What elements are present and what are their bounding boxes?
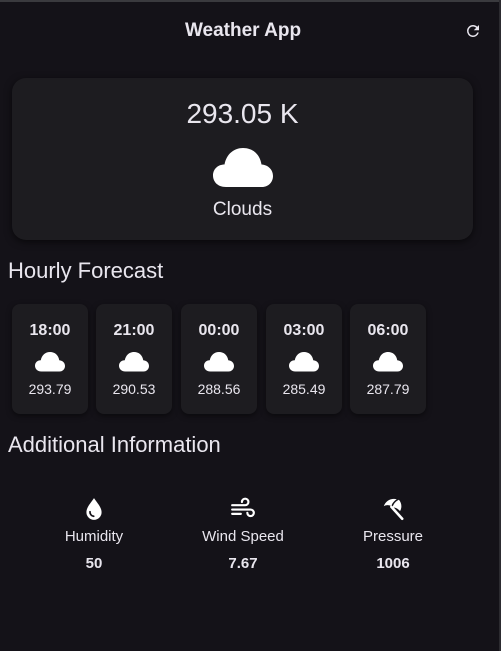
cloud-icon <box>119 352 149 372</box>
hourly-card: 18:00 293.79 <box>12 304 88 414</box>
hourly-card: 21:00 290.53 <box>96 304 172 414</box>
current-condition: Clouds <box>212 199 273 220</box>
hourly-card: 06:00 287.79 <box>350 304 426 414</box>
hourly-temperature: 288.56 <box>197 381 241 397</box>
cloud-icon <box>35 352 65 372</box>
cloud-icon <box>204 352 234 372</box>
hourly-card: 03:00 285.49 <box>266 304 342 414</box>
info-label: Humidity <box>64 528 124 545</box>
cloud-icon <box>213 148 273 187</box>
info-value: 1006 <box>376 555 410 572</box>
additional-info-title: Additional Information <box>8 432 221 457</box>
hourly-temperature: 287.79 <box>366 381 410 397</box>
hourly-card: 00:00 288.56 <box>181 304 257 414</box>
hourly-temperature: 285.49 <box>282 381 326 397</box>
hourly-time: 03:00 <box>283 322 325 339</box>
info-label: Wind Speed <box>202 528 284 545</box>
water-drop-icon <box>86 498 102 520</box>
humidity-info: Humidity 50 <box>29 496 159 572</box>
app-bar: Weather App <box>0 0 501 62</box>
hourly-time: 18:00 <box>29 322 71 339</box>
hourly-time: 00:00 <box>198 322 240 339</box>
hourly-time: 06:00 <box>367 322 409 339</box>
refresh-icon[interactable] <box>464 22 482 40</box>
hourly-temperature: 290.53 <box>112 381 156 397</box>
wind-speed-info: Wind Speed 7.67 <box>178 496 308 572</box>
current-weather-card: 293.05 K Clouds <box>12 78 473 240</box>
pressure-info: Pressure 1006 <box>328 496 458 572</box>
current-temperature: 293.05 K <box>186 98 299 129</box>
cloud-icon <box>373 352 403 372</box>
info-value: 50 <box>85 555 103 572</box>
beach-umbrella-icon <box>383 498 404 521</box>
cloud-icon <box>289 352 319 372</box>
hourly-temperature: 293.79 <box>28 381 72 397</box>
info-label: Pressure <box>362 528 424 545</box>
hourly-time: 21:00 <box>113 322 155 339</box>
app-title: Weather App <box>184 20 302 41</box>
hourly-forecast-title: Hourly Forecast <box>8 258 164 283</box>
info-value: 7.67 <box>228 555 258 572</box>
wind-icon <box>231 497 255 518</box>
